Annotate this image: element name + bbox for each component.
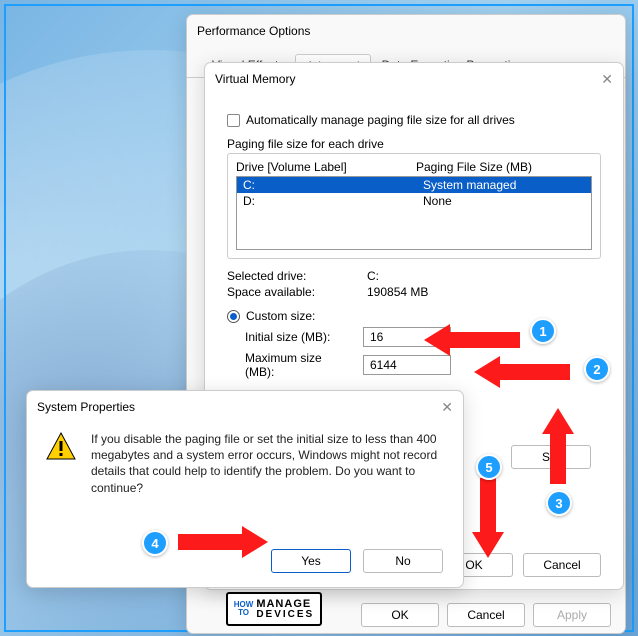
- space-available-value: 190854 MB: [367, 285, 428, 299]
- window-title: Performance Options: [197, 24, 310, 38]
- group-label: Paging file size for each drive: [227, 137, 601, 151]
- dialog-title: System Properties: [37, 400, 135, 414]
- custom-size-label: Custom size:: [246, 309, 315, 323]
- ok-button[interactable]: OK: [361, 603, 439, 627]
- col-size: Paging File Size (MB): [416, 160, 532, 174]
- initial-size-label: Initial size (MB):: [227, 330, 353, 344]
- badge-4: 4: [142, 530, 168, 556]
- custom-size-radio[interactable]: [227, 310, 240, 323]
- badge-3: 3: [546, 490, 572, 516]
- watermark-logo: HOW TO MANAGE DEVICES: [226, 592, 322, 626]
- col-drive: Drive [Volume Label]: [236, 160, 416, 174]
- cancel-button[interactable]: Cancel: [447, 603, 525, 627]
- titlebar: System Properties ✕: [27, 391, 463, 423]
- space-available-label: Space available:: [227, 285, 367, 299]
- cancel-button[interactable]: Cancel: [523, 553, 601, 577]
- auto-manage-label: Automatically manage paging file size fo…: [246, 113, 515, 127]
- arrow-5: [468, 478, 508, 558]
- auto-manage-checkbox[interactable]: [227, 114, 240, 127]
- drive-row[interactable]: C: System managed: [237, 177, 591, 193]
- selected-drive-value: C:: [367, 269, 379, 283]
- selected-drive-label: Selected drive:: [227, 269, 367, 283]
- maximum-size-label: Maximum size (MB):: [227, 351, 353, 379]
- badge-2: 2: [584, 356, 610, 382]
- warning-icon: [45, 431, 77, 496]
- yes-button[interactable]: Yes: [271, 549, 351, 573]
- arrow-4: [178, 522, 268, 562]
- close-icon[interactable]: ✕: [441, 399, 453, 416]
- no-button[interactable]: No: [363, 549, 443, 573]
- apply-button[interactable]: Apply: [533, 603, 611, 627]
- drive-list[interactable]: C: System managed D: None: [236, 176, 592, 250]
- arrow-3: [538, 408, 578, 488]
- badge-5: 5: [476, 454, 502, 480]
- drive-row[interactable]: D: None: [237, 193, 591, 209]
- titlebar: Performance Options: [187, 15, 625, 47]
- dialog-message: If you disable the paging file or set th…: [91, 431, 445, 496]
- arrow-2: [474, 352, 574, 392]
- badge-1: 1: [530, 318, 556, 344]
- window-title: Virtual Memory: [215, 72, 295, 86]
- close-icon[interactable]: ✕: [601, 71, 613, 88]
- titlebar: Virtual Memory ✕: [205, 63, 623, 95]
